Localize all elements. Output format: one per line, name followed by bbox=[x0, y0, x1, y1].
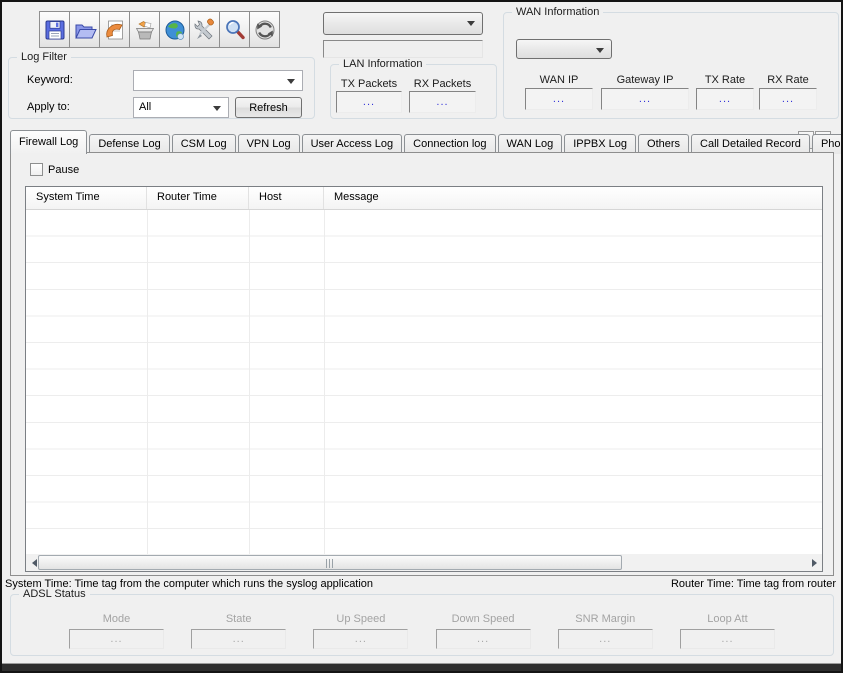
column-divider bbox=[249, 210, 250, 554]
lan-information-title: LAN Information bbox=[339, 58, 426, 70]
tab-others[interactable]: Others bbox=[638, 134, 689, 154]
tab-csm-log[interactable]: CSM Log bbox=[172, 134, 236, 154]
firewall-log-panel: Pause System Time Router Time Host Messa… bbox=[10, 152, 834, 576]
router-time-hint: Router Time: Time tag from router bbox=[671, 578, 836, 590]
adsl-status-group: ADSL Status Mode ... State ... Up Speed … bbox=[10, 594, 834, 656]
tab-firewall-log[interactable]: Firewall Log bbox=[10, 130, 87, 154]
host-select-dropdown[interactable] bbox=[323, 12, 483, 35]
call-log-button[interactable] bbox=[99, 11, 130, 48]
mode-label: Mode bbox=[69, 613, 164, 625]
column-header-host[interactable]: Host bbox=[249, 187, 324, 209]
column-divider bbox=[324, 210, 325, 554]
loop-att-label: Loop Att bbox=[680, 613, 775, 625]
down-speed-label: Down Speed bbox=[436, 613, 531, 625]
keyword-label: Keyword: bbox=[27, 74, 73, 86]
host-address-field[interactable] bbox=[323, 40, 483, 58]
tx-rate-field: ... bbox=[696, 88, 754, 110]
arrow-right-icon bbox=[812, 559, 817, 567]
column-header-system-time[interactable]: System Time bbox=[26, 187, 147, 209]
pause-checkbox-row[interactable]: Pause bbox=[25, 163, 79, 176]
save-button[interactable] bbox=[39, 11, 70, 48]
apply-to-label: Apply to: bbox=[27, 101, 70, 113]
wan-information-title: WAN Information bbox=[512, 6, 603, 18]
scrollbar-grip-icon bbox=[326, 559, 334, 568]
tx-packets-field: ... bbox=[336, 91, 402, 113]
chevron-down-icon bbox=[467, 21, 475, 26]
web-globe-button[interactable] bbox=[159, 11, 190, 48]
toolbar bbox=[39, 11, 279, 48]
wan-information-group: WAN Information WAN IP Gateway IP TX Rat… bbox=[503, 12, 839, 119]
column-header-router-time[interactable]: Router Time bbox=[147, 187, 249, 209]
chevron-down-icon bbox=[213, 106, 221, 111]
rx-packets-label: RX Packets bbox=[409, 78, 476, 90]
wan-ip-label: WAN IP bbox=[525, 74, 593, 86]
rx-rate-label: RX Rate bbox=[759, 74, 817, 86]
tab-vpn-log[interactable]: VPN Log bbox=[238, 134, 300, 154]
window-bottom-edge bbox=[2, 663, 841, 671]
adsl-columns: Mode ... State ... Up Speed ... Down Spe… bbox=[69, 613, 775, 649]
tab-wan-log[interactable]: WAN Log bbox=[498, 134, 563, 154]
gateway-ip-label: Gateway IP bbox=[601, 74, 689, 86]
tab-phone-call-top10[interactable]: Phone Call Top10 bbox=[812, 134, 843, 154]
adsl-status-title: ADSL Status bbox=[19, 588, 90, 600]
loop-att-field: ... bbox=[680, 629, 775, 649]
rx-rate-field: ... bbox=[759, 88, 817, 110]
keyword-combobox[interactable] bbox=[133, 70, 303, 91]
pause-label: Pause bbox=[48, 164, 79, 176]
tx-packets-label: TX Packets bbox=[336, 78, 402, 90]
refresh-log-button[interactable]: Refresh bbox=[235, 97, 302, 118]
web-globe-icon bbox=[163, 18, 187, 42]
open-folder-button[interactable] bbox=[69, 11, 100, 48]
apply-to-dropdown[interactable]: All bbox=[133, 97, 229, 118]
down-speed-field: ... bbox=[436, 629, 531, 649]
lan-information-group: LAN Information TX Packets RX Packets ..… bbox=[330, 64, 497, 119]
tools-icon bbox=[193, 18, 217, 42]
call-log-icon bbox=[103, 18, 127, 42]
apply-to-value: All bbox=[139, 101, 151, 113]
scroll-right-button[interactable] bbox=[806, 554, 822, 571]
tx-rate-label: TX Rate bbox=[696, 74, 754, 86]
search-icon bbox=[223, 18, 247, 42]
refresh-icon bbox=[253, 18, 277, 42]
tab-connection-log[interactable]: Connection log bbox=[404, 134, 495, 154]
refresh-button[interactable] bbox=[249, 11, 280, 48]
tab-ippbx-log[interactable]: IPPBX Log bbox=[564, 134, 636, 154]
collect-basket-icon bbox=[133, 18, 157, 42]
open-folder-icon bbox=[73, 18, 97, 42]
wan-select-dropdown[interactable] bbox=[516, 39, 612, 59]
column-divider bbox=[147, 210, 148, 554]
syslog-utility-window: Log Filter Keyword: Apply to: All Refres… bbox=[0, 0, 843, 673]
tools-button[interactable] bbox=[189, 11, 220, 48]
up-speed-label: Up Speed bbox=[313, 613, 408, 625]
tab-call-detailed-record[interactable]: Call Detailed Record bbox=[691, 134, 810, 154]
collect-basket-button[interactable] bbox=[129, 11, 160, 48]
log-tabstrip: Firewall Log Defense Log CSM Log VPN Log… bbox=[10, 129, 843, 154]
tab-defense-log[interactable]: Defense Log bbox=[89, 134, 169, 154]
log-table-body bbox=[26, 210, 822, 554]
column-header-message[interactable]: Message bbox=[324, 187, 822, 209]
log-filter-title: Log Filter bbox=[17, 51, 71, 63]
up-speed-field: ... bbox=[313, 629, 408, 649]
snr-margin-label: SNR Margin bbox=[558, 613, 653, 625]
log-filter-group: Log Filter Keyword: Apply to: All Refres… bbox=[8, 57, 315, 119]
state-field: ... bbox=[191, 629, 286, 649]
chevron-down-icon bbox=[596, 48, 604, 53]
scrollbar-thumb[interactable] bbox=[38, 555, 622, 570]
wan-ip-field: ... bbox=[525, 88, 593, 110]
log-table: System Time Router Time Host Message bbox=[25, 186, 823, 572]
tab-user-access-log[interactable]: User Access Log bbox=[302, 134, 403, 154]
save-icon bbox=[43, 18, 67, 42]
rx-packets-field: ... bbox=[409, 91, 476, 113]
gateway-ip-field: ... bbox=[601, 88, 689, 110]
snr-margin-field: ... bbox=[558, 629, 653, 649]
search-button[interactable] bbox=[219, 11, 250, 48]
arrow-left-icon bbox=[32, 559, 37, 567]
mode-field: ... bbox=[69, 629, 164, 649]
chevron-down-icon bbox=[287, 79, 295, 84]
state-label: State bbox=[191, 613, 286, 625]
log-table-header: System Time Router Time Host Message bbox=[26, 187, 822, 210]
pause-checkbox[interactable] bbox=[30, 163, 43, 176]
horizontal-scrollbar[interactable] bbox=[26, 554, 822, 571]
